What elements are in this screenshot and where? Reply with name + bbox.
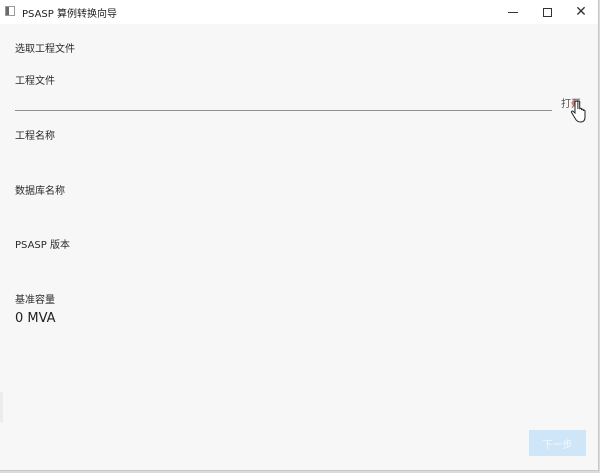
window-title: PSASP 算例转换向导	[22, 9, 117, 20]
title-bar[interactable]: PSASP 算例转换向导 ✕	[0, 0, 598, 24]
base-capacity-value: 0 MVA	[15, 311, 56, 326]
base-capacity-label: 基准容量	[15, 295, 55, 306]
project-file-input[interactable]	[15, 91, 552, 111]
window-edge-shadow	[0, 392, 3, 422]
app-window-icon	[5, 6, 15, 16]
project-file-label: 工程文件	[15, 76, 55, 87]
close-button[interactable]: ✕	[564, 0, 598, 24]
maximize-button[interactable]	[530, 0, 564, 24]
psasp-version-label: PSASP 版本	[15, 240, 70, 251]
next-button[interactable]: 下一步	[529, 430, 586, 456]
wizard-window: PSASP 算例转换向导 ✕ 选取工程文件 工程文件 打开 工程名称 数据库名称…	[0, 0, 599, 471]
hand-cursor-icon	[570, 99, 586, 123]
close-icon: ✕	[575, 4, 587, 20]
maximize-icon	[542, 7, 552, 17]
minimize-icon	[508, 11, 518, 13]
section-title: 选取工程文件	[15, 44, 75, 55]
project-name-label: 工程名称	[15, 131, 55, 142]
minimize-button[interactable]	[496, 0, 530, 24]
database-name-label: 数据库名称	[15, 186, 65, 197]
